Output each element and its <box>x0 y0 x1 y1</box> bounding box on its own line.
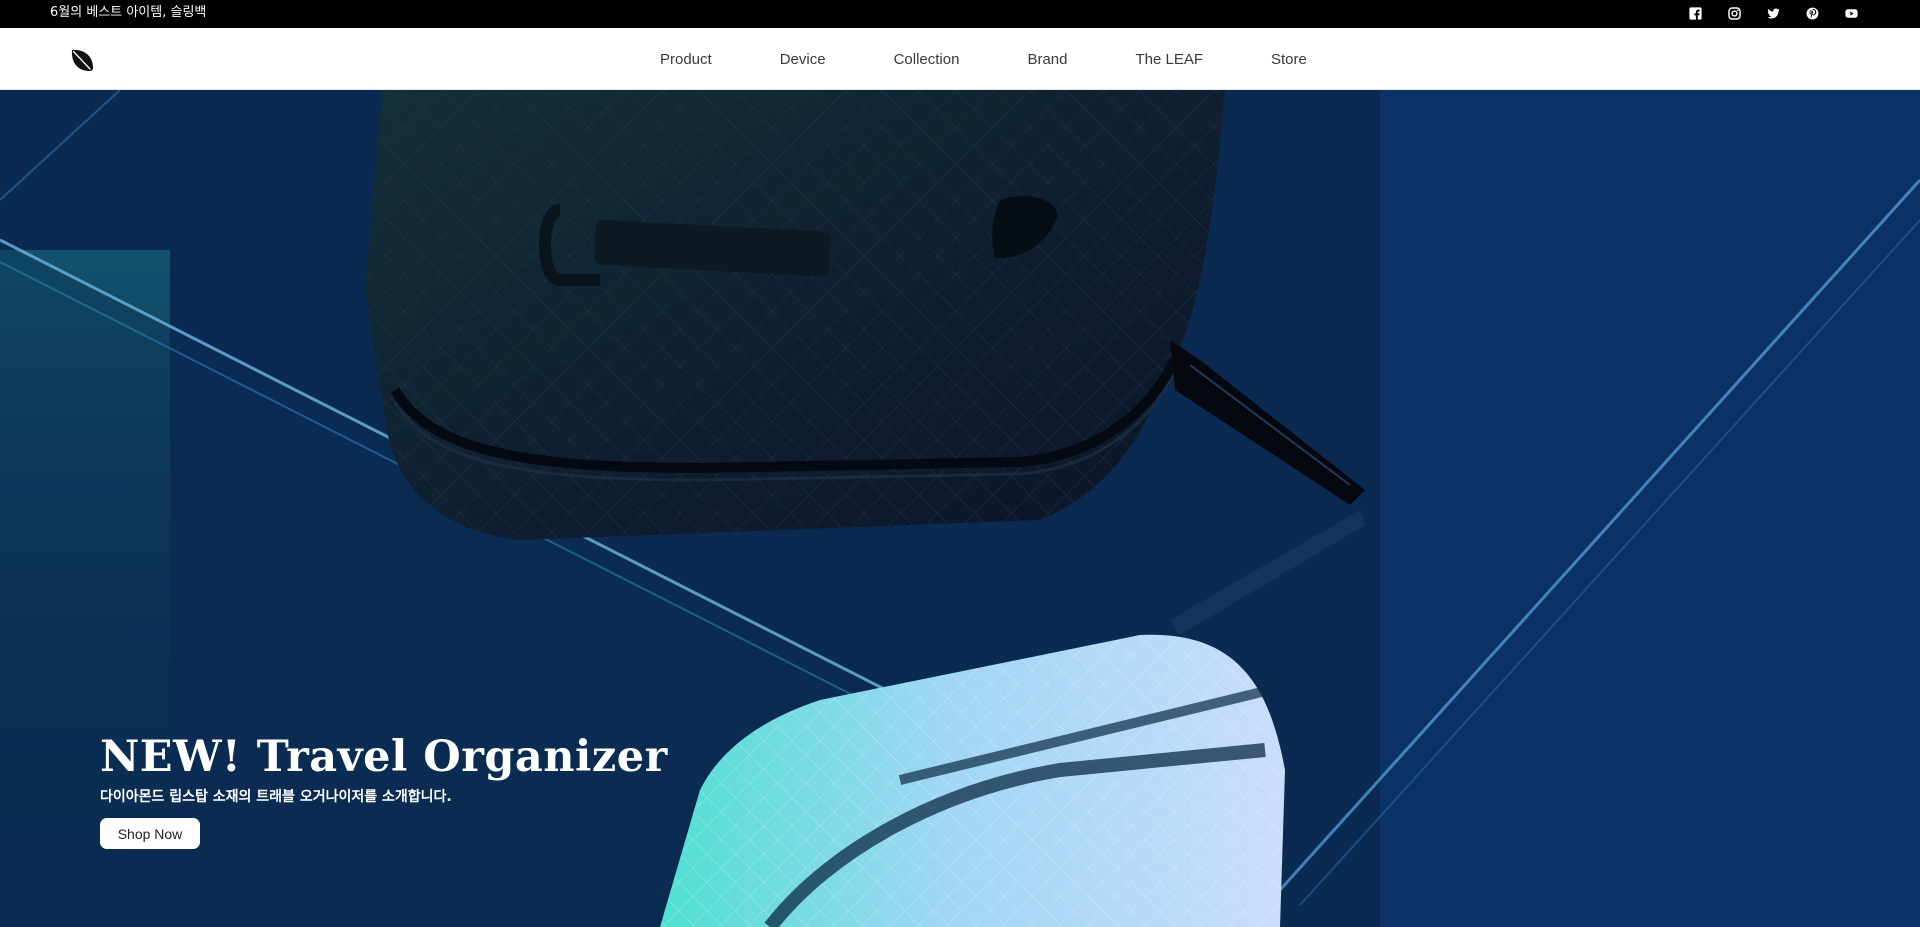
nav-item-store[interactable]: Store <box>1237 51 1341 68</box>
nav-item-collection[interactable]: Collection <box>860 51 994 68</box>
twitter-icon[interactable] <box>1765 5 1782 22</box>
top-announcement-bar: 6월의 베스트 아이템, 슬링백 <box>0 0 1920 28</box>
hero-banner: NEW! Travel Organizer 다이아몬드 립스탑 소재의 트래블 … <box>0 90 1920 927</box>
nav-item-product[interactable]: Product <box>636 51 746 68</box>
shop-now-button[interactable]: Shop Now <box>100 818 200 849</box>
nav-item-brand[interactable]: Brand <box>993 51 1101 68</box>
leaf-logo-icon[interactable] <box>69 47 95 73</box>
pinterest-icon[interactable] <box>1804 5 1821 22</box>
social-links <box>1687 5 1860 23</box>
nav-item-device[interactable]: Device <box>746 51 860 68</box>
promo-link[interactable]: 6월의 베스트 아이템, 슬링백 <box>50 5 206 21</box>
instagram-icon[interactable] <box>1726 5 1743 22</box>
main-nav: Product Device Collection Brand The LEAF… <box>636 28 1341 90</box>
hero-title: NEW! Travel Organizer <box>100 732 668 782</box>
main-header: Product Device Collection Brand The LEAF… <box>0 28 1920 90</box>
hero-subtitle: 다이아몬드 립스탑 소재의 트래블 오거나이저를 소개합니다. <box>100 789 452 805</box>
facebook-icon[interactable] <box>1687 5 1704 22</box>
youtube-icon[interactable] <box>1843 5 1860 22</box>
nav-item-the-leaf[interactable]: The LEAF <box>1101 51 1237 68</box>
